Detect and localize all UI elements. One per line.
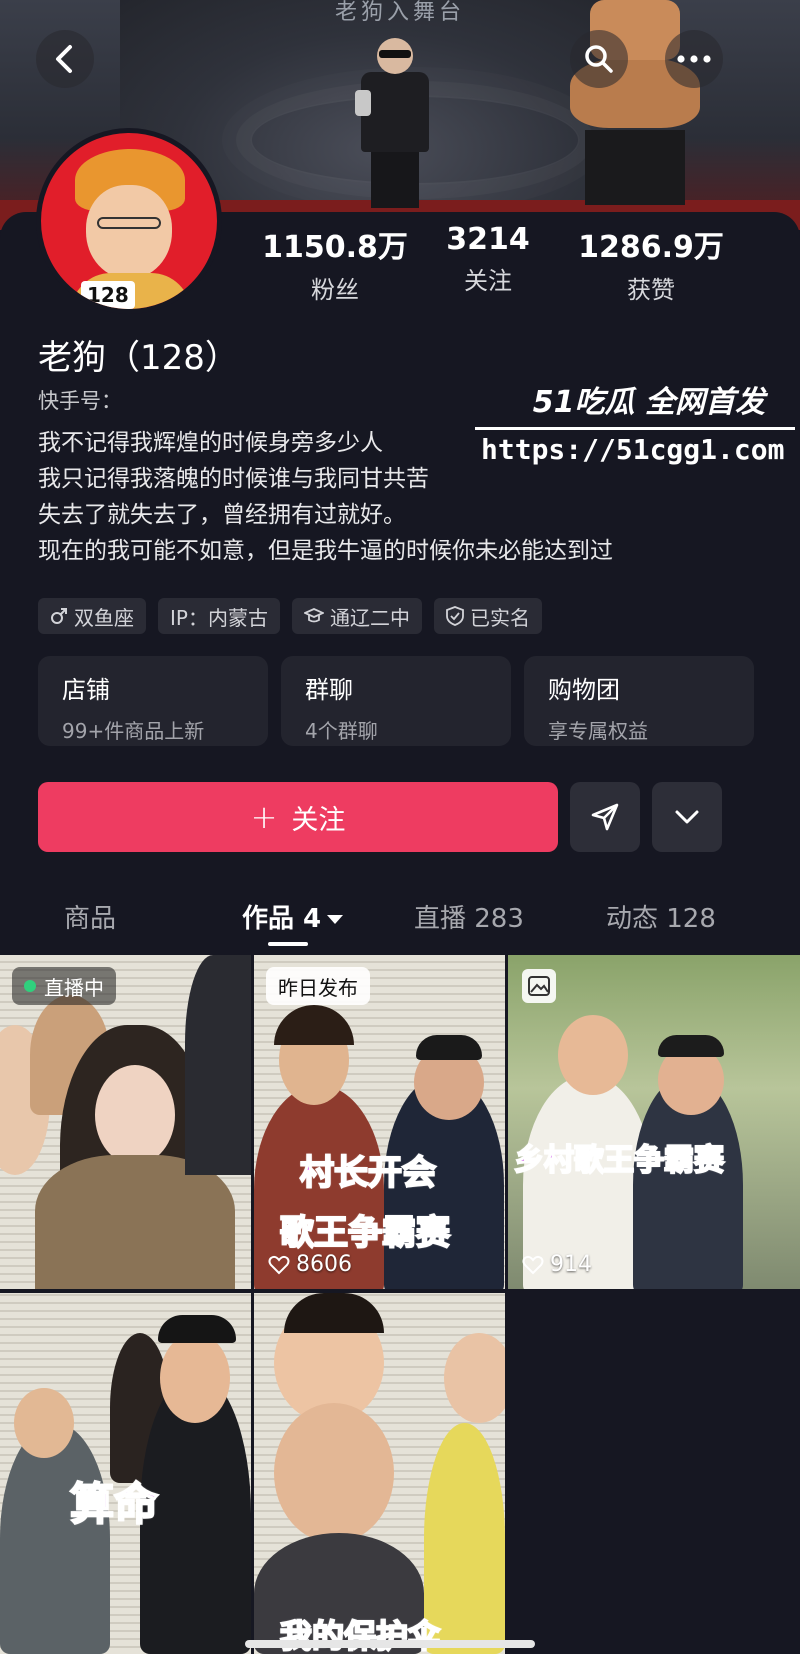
tab-products[interactable]: 商品 — [64, 898, 116, 935]
image-post-icon — [522, 969, 556, 1003]
back-button[interactable] — [36, 30, 94, 88]
stat-label: 关注 — [464, 267, 512, 295]
video-caption: 歌王争霸赛 — [279, 1212, 451, 1254]
badge-label: 直播中 — [44, 975, 104, 1000]
tag-label: 通辽二中 — [329, 605, 410, 630]
stats-row: 1150.8万 粉丝 3214 关注 1286.9万 获赞 — [260, 222, 760, 305]
more-options-button[interactable] — [652, 782, 722, 852]
chevron-down-icon — [675, 810, 699, 824]
active-tab-indicator — [268, 942, 308, 946]
verified-shield-icon — [446, 606, 464, 626]
stat-fans[interactable]: 1150.8万 粉丝 — [260, 222, 410, 305]
watermark-line — [475, 427, 795, 430]
tile-title: 购物团 — [548, 676, 620, 704]
trophy-pedestal — [585, 130, 685, 205]
like-value: 8606 — [296, 1252, 352, 1277]
stat-label: 获赞 — [627, 276, 675, 304]
tag-label: 双鱼座 — [74, 605, 134, 630]
like-count: 8606 — [268, 1252, 352, 1277]
stat-likes[interactable]: 1286.9万 获赞 — [566, 222, 736, 305]
home-indicator[interactable] — [245, 1640, 535, 1648]
feature-tiles: 店铺 99+件商品上新 群聊 4个群聊 购物团 享专属权益 — [38, 656, 798, 746]
video-card[interactable]: 直播中 — [0, 955, 251, 1289]
male-icon — [51, 608, 67, 624]
heart-icon — [268, 1255, 290, 1274]
caret-down-icon — [327, 915, 344, 924]
search-icon — [585, 45, 613, 73]
watermark-url: https://51cgg1.com — [481, 433, 785, 466]
video-caption: 村长开会 — [299, 1152, 437, 1194]
avatar-number: 128 — [81, 281, 135, 309]
avatar[interactable]: 128 — [36, 128, 222, 314]
tab-moments[interactable]: 动态 128 — [606, 898, 716, 935]
tile-shop[interactable]: 店铺 99+件商品上新 — [38, 656, 268, 746]
more-button[interactable] — [665, 30, 723, 88]
stat-following[interactable]: 3214 关注 — [428, 222, 548, 296]
tab-live[interactable]: 直播 283 — [414, 898, 524, 935]
stage-text: 老狗入舞台 — [335, 0, 466, 25]
video-card[interactable]: 昨日发布 村长开会 歌王争霸赛 8606 — [254, 955, 505, 1289]
tab-works[interactable]: 作品 4 — [242, 898, 344, 935]
tag-zodiac[interactable]: 双鱼座 — [38, 598, 146, 634]
live-badge: 直播中 — [12, 967, 116, 1005]
tag-verified[interactable]: 已实名 — [433, 598, 542, 634]
chevron-left-icon — [56, 45, 72, 73]
search-button[interactable] — [570, 30, 628, 88]
tag-label: 已实名 — [469, 605, 530, 630]
tile-title: 群聊 — [305, 676, 353, 704]
watermark-brand: 51吃瓜 全网首发 — [532, 385, 765, 420]
tag-ip[interactable]: IP：内蒙古 — [158, 598, 280, 634]
video-caption: 乡村歌王争霸赛 — [513, 1142, 725, 1179]
content-tabs: 商品 作品 4 直播 283 动态 128 — [0, 890, 800, 950]
bio-line: 失去了就失去了，曾经拥有过就好。 — [38, 502, 406, 528]
live-dot-icon — [24, 980, 36, 992]
watermark: 51吃瓜 全网首发 https://51cgg1.com — [475, 377, 795, 477]
tag-label: IP：内蒙古 — [170, 605, 268, 630]
video-caption: 算命 — [69, 1478, 159, 1531]
follow-button[interactable]: + 关注 — [38, 782, 558, 852]
tile-title: 店铺 — [62, 676, 110, 704]
school-icon — [303, 608, 324, 623]
badge-label: 昨日发布 — [278, 975, 358, 1000]
stat-value: 1286.9万 — [578, 230, 724, 265]
like-value: 914 — [550, 1252, 592, 1277]
profile-tags: 双鱼座 IP：内蒙古 通辽二中 已实名 — [38, 598, 542, 634]
plus-icon: + — [250, 798, 278, 836]
heart-icon — [522, 1255, 544, 1274]
profile-name: 老狗（128） — [38, 338, 239, 378]
send-icon — [591, 803, 619, 831]
tile-group-chat[interactable]: 群聊 4个群聊 — [281, 656, 511, 746]
more-dots-icon — [677, 55, 711, 63]
bio-line: 现在的我可能不如意，但是我牛逼的时候你未必能达到过 — [38, 538, 613, 564]
stat-value: 1150.8万 — [262, 230, 408, 265]
like-count: 914 — [522, 1252, 592, 1277]
follow-label: 关注 — [291, 804, 346, 836]
tile-shopping-group[interactable]: 购物团 享专属权益 — [524, 656, 754, 746]
stat-value: 3214 — [446, 222, 530, 257]
published-badge: 昨日发布 — [266, 967, 370, 1005]
video-card[interactable]: 算命 — [0, 1293, 251, 1654]
tile-subtitle: 享专属权益 — [548, 719, 648, 743]
banner-person — [355, 38, 435, 208]
video-card[interactable]: 乡村歌王争霸赛 914 — [508, 955, 800, 1289]
share-button[interactable] — [570, 782, 640, 852]
tile-subtitle: 99+件商品上新 — [62, 719, 205, 743]
stat-label: 粉丝 — [311, 276, 359, 304]
tab-label: 作品 4 — [242, 904, 322, 934]
tile-subtitle: 4个群聊 — [305, 719, 378, 743]
video-grid: 直播中 昨日发布 村长开会 歌王争霸赛 8606 乡村歌王争霸赛 914 算命 … — [0, 955, 800, 1654]
kuaishou-id-label: 快手号： — [38, 389, 122, 413]
video-card[interactable]: 我的保护伞 — [254, 1293, 505, 1654]
tag-school[interactable]: 通辽二中 — [291, 598, 422, 634]
